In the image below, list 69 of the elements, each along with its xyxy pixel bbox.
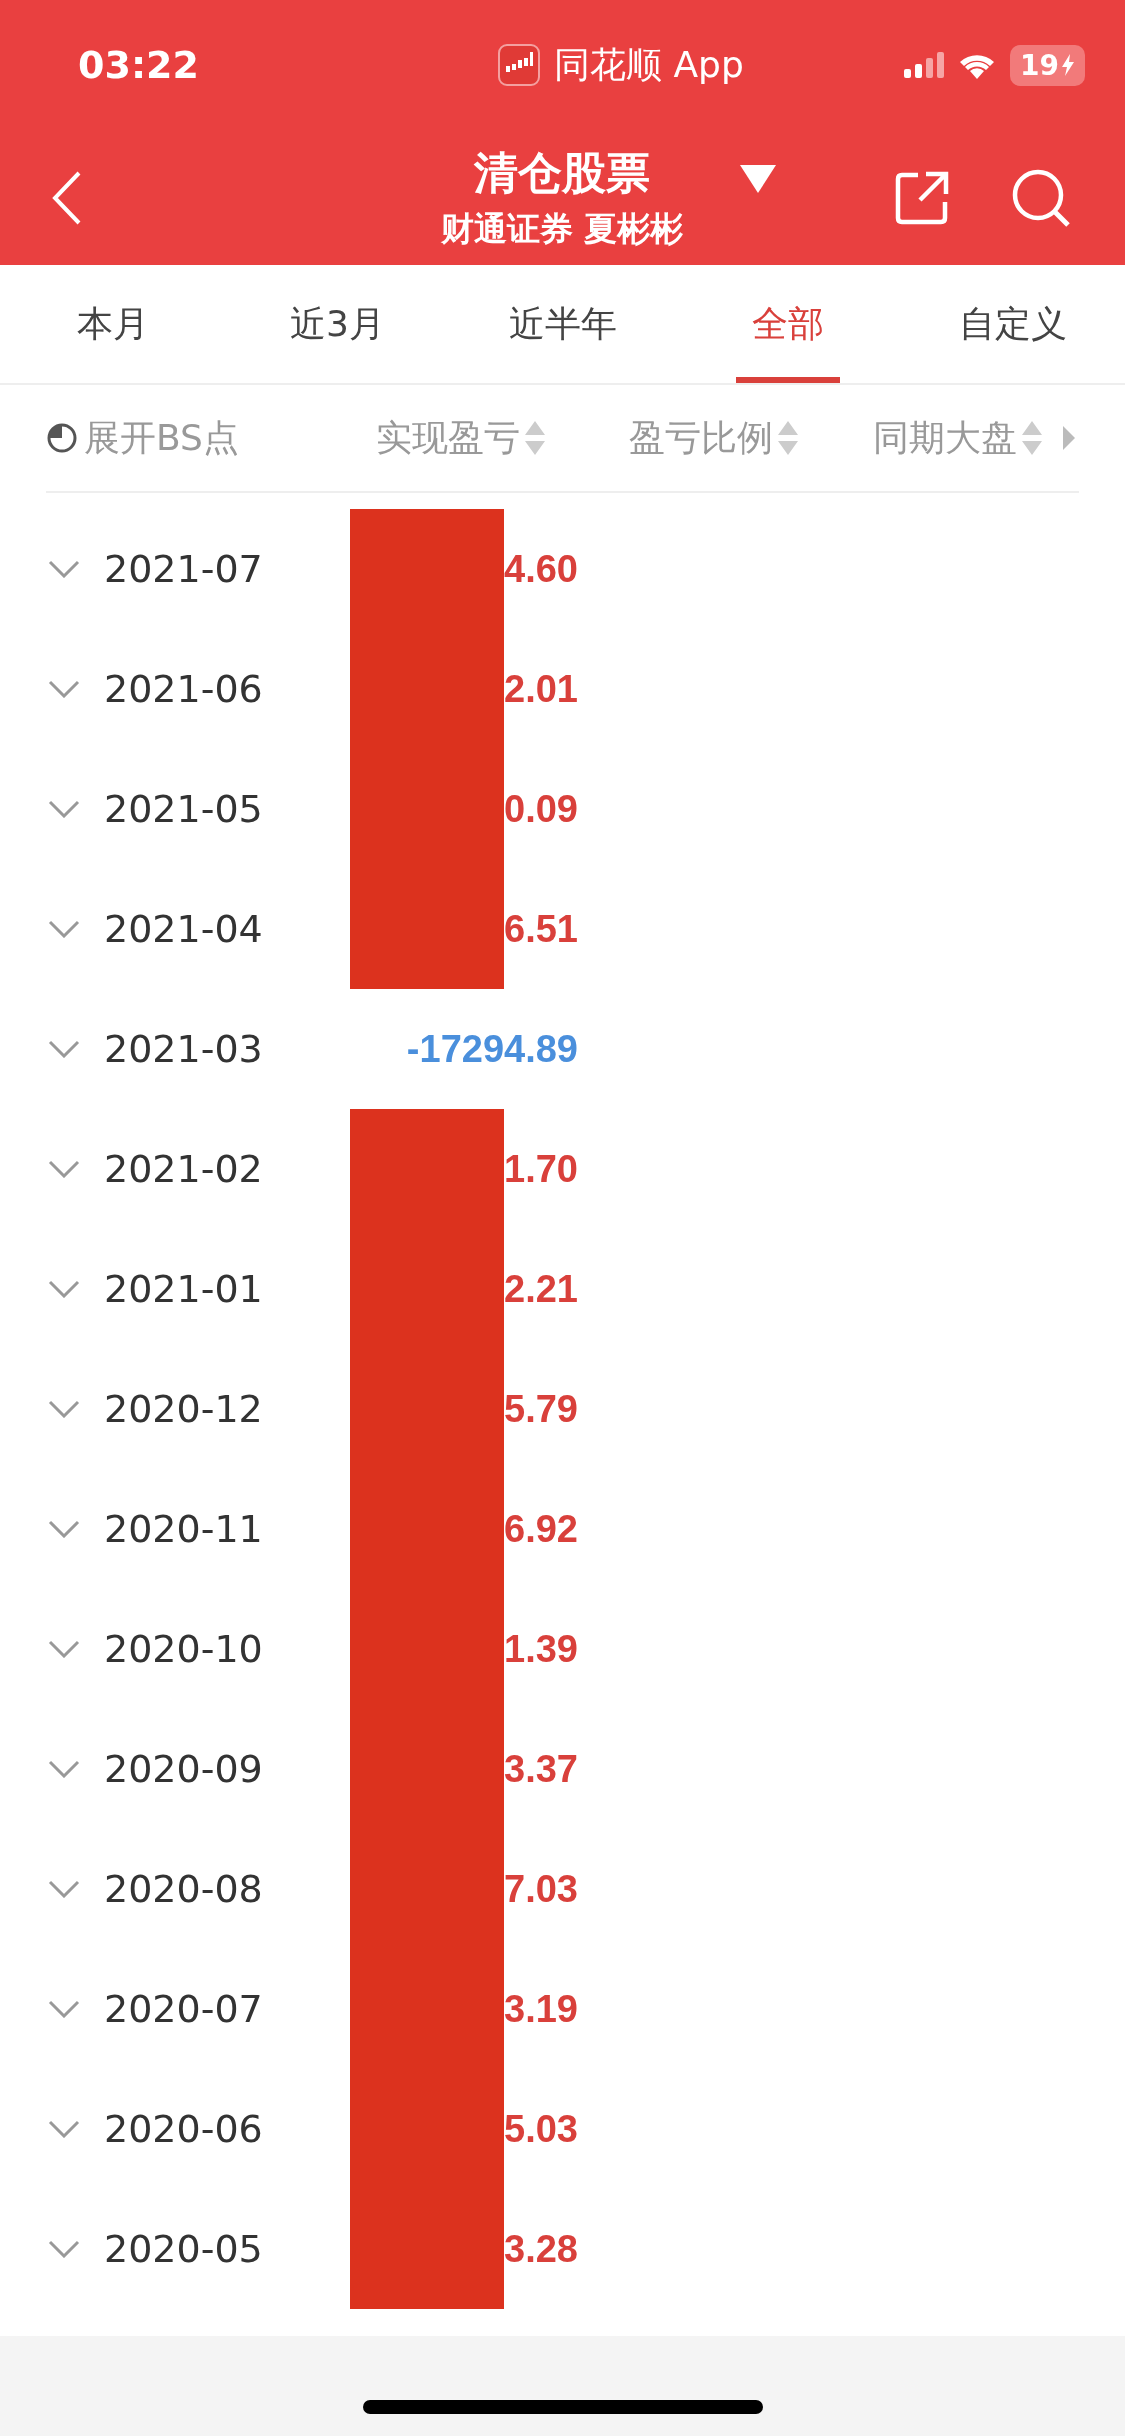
column-header[interactable]: 盈亏比例	[629, 413, 773, 463]
expand-chevron-icon[interactable]	[48, 1160, 80, 1178]
expand-chevron-icon[interactable]	[48, 1400, 80, 1418]
month-label: 2021-06	[104, 667, 264, 711]
period-tab[interactable]: 自定义	[900, 265, 1125, 383]
profit-value: 6.92	[504, 1507, 578, 1551]
scroll-right-icon[interactable]	[1063, 426, 1075, 450]
expand-chevron-icon[interactable]	[48, 2000, 80, 2018]
profit-value: 1.70	[504, 1147, 578, 1191]
profit-value: 0.09	[504, 787, 578, 831]
month-label: 2020-10	[104, 1627, 264, 1671]
profit-value: 3.19	[504, 1987, 578, 2031]
period-tab[interactable]: 近半年	[450, 265, 675, 383]
month-label: 2021-02	[104, 1147, 264, 1191]
expand-chevron-icon[interactable]	[48, 920, 80, 938]
profit-value: 1.39	[504, 1627, 578, 1671]
period-tab[interactable]: 本月	[0, 265, 225, 383]
expand-chevron-icon[interactable]	[48, 680, 80, 698]
back-icon[interactable]	[52, 170, 82, 225]
expand-chevron-icon[interactable]	[48, 560, 80, 578]
sort-icon[interactable]	[777, 419, 799, 457]
sort-icon[interactable]	[524, 419, 546, 457]
profit-value: 3.28	[504, 2227, 578, 2271]
app-name: 同花顺 App	[554, 42, 744, 87]
expand-chevron-icon[interactable]	[48, 2240, 80, 2258]
profit-value: 3.37	[504, 1747, 578, 1791]
expand-chevron-icon[interactable]	[48, 1760, 80, 1778]
account-name: 财通证券 夏彬彬	[440, 207, 684, 250]
period-tab[interactable]: 近3月	[225, 265, 450, 383]
month-label: 2021-04	[104, 907, 264, 951]
column-header[interactable]: 实现盈亏	[376, 413, 520, 463]
profit-value: 2.01	[504, 667, 578, 711]
expand-chevron-icon[interactable]	[48, 1040, 80, 1058]
share-icon[interactable]	[894, 169, 950, 226]
dropdown-icon[interactable]	[740, 164, 776, 193]
month-label: 2021-07	[104, 547, 264, 591]
battery-level: 19	[1020, 48, 1059, 82]
pie-icon[interactable]	[46, 422, 78, 454]
profit-value: 6.51	[504, 907, 578, 951]
expand-chevron-icon[interactable]	[48, 1880, 80, 1898]
profit-value: 2.21	[504, 1267, 578, 1311]
month-label: 2020-08	[104, 1867, 264, 1911]
profit-value: 7.03	[504, 1867, 578, 1911]
month-label: 2020-06	[104, 2107, 264, 2151]
profit-value: -17294.89	[406, 1027, 578, 1071]
page-title: 清仓股票	[474, 145, 650, 200]
signal-icon	[904, 52, 945, 78]
expand-chevron-icon[interactable]	[48, 1280, 80, 1298]
candlestick-icon	[498, 44, 540, 86]
month-label: 2020-07	[104, 1987, 264, 2031]
month-label: 2020-05	[104, 2227, 264, 2271]
status-time: 03:22	[78, 43, 200, 87]
month-label: 2020-11	[104, 1507, 264, 1551]
expand-chevron-icon[interactable]	[48, 800, 80, 818]
sort-icon[interactable]	[1021, 419, 1043, 457]
month-label: 2021-05	[104, 787, 264, 831]
bs-toggle[interactable]: 展开BS点	[84, 413, 239, 463]
column-header[interactable]: 同期大盘	[873, 413, 1017, 463]
profit-value: 4.60	[504, 547, 578, 591]
expand-chevron-icon[interactable]	[48, 1640, 80, 1658]
expand-chevron-icon[interactable]	[48, 1520, 80, 1538]
profit-value: 5.03	[504, 2107, 578, 2151]
expand-chevron-icon[interactable]	[48, 2120, 80, 2138]
charging-icon	[1061, 54, 1075, 76]
month-label: 2020-09	[104, 1747, 264, 1791]
month-label: 2020-12	[104, 1387, 264, 1431]
month-label: 2021-03	[104, 1027, 264, 1071]
month-label: 2021-01	[104, 1267, 264, 1311]
profit-value: 5.79	[504, 1387, 578, 1431]
